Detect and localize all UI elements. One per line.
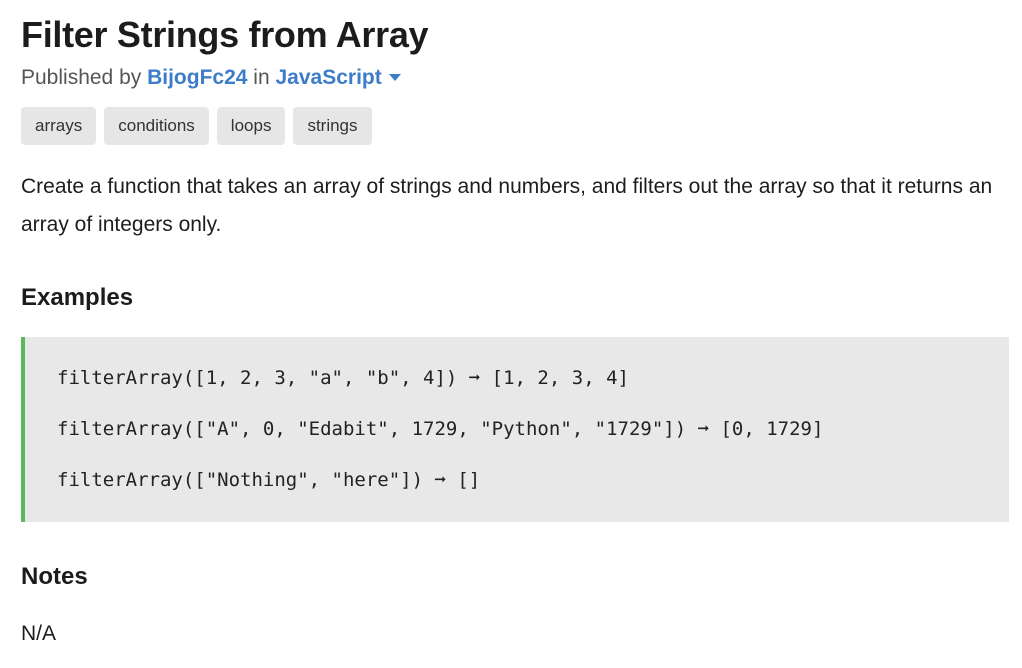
tag-arrays[interactable]: arrays (21, 107, 97, 145)
notes-heading: Notes (21, 563, 88, 590)
example-line: filterArray(["A", 0, "Edabit", 1729, "Py… (57, 418, 824, 440)
examples-heading: Examples (21, 284, 134, 311)
in-label: in (253, 66, 270, 89)
example-line: filterArray(["Nothing", "here"]) ➞ [] (57, 469, 481, 491)
examples-code-block: filterArray([1, 2, 3, "a", "b", 4]) ➞ [1… (21, 337, 1009, 522)
notes-text: N/A (21, 622, 57, 645)
page-title: Filter Strings from Array (21, 14, 429, 55)
publish-info: Published by BijogFc24 in JavaScript (21, 66, 401, 90)
published-by-label: Published by (21, 66, 142, 89)
author-link[interactable]: BijogFc24 (147, 66, 247, 89)
language-dropdown[interactable]: JavaScript (276, 66, 382, 89)
challenge-description: Create a function that takes an array of… (21, 175, 993, 236)
tag-conditions[interactable]: conditions (104, 107, 209, 145)
caret-down-icon[interactable] (388, 74, 401, 81)
tag-strings[interactable]: strings (293, 107, 372, 145)
tag-loops[interactable]: loops (216, 107, 286, 145)
tag-list: arrays conditions loops strings (21, 107, 372, 145)
example-line: filterArray([1, 2, 3, "a", "b", 4]) ➞ [1… (57, 367, 629, 389)
